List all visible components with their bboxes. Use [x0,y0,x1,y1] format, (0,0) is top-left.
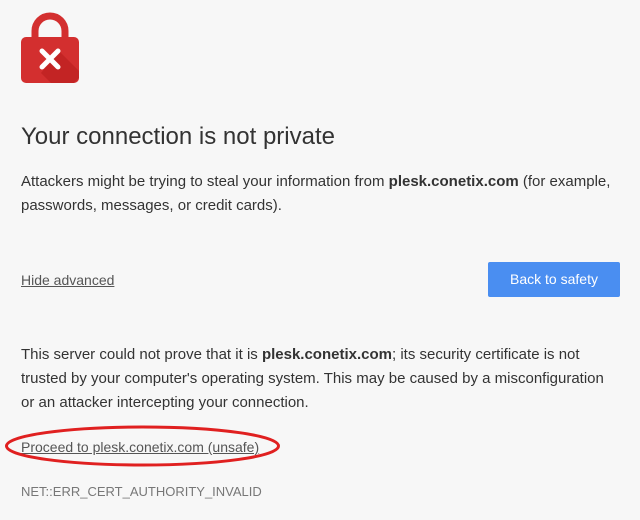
error-code: NET::ERR_CERT_AUTHORITY_INVALID [21,484,262,499]
interstitial-page: Your connection is not private Attackers… [0,0,640,520]
lock-error-icon [21,12,79,83]
back-to-safety-button[interactable]: Back to safety [488,262,620,297]
page-title: Your connection is not private [21,123,335,150]
details-domain: plesk.conetix.com [261,346,392,363]
intro-text-start: Attackers might be trying to steal your … [21,173,389,190]
intro-text: Attackers might be trying to steal your … [21,170,621,218]
details-text: This server could not prove that it is p… [21,343,621,415]
proceed-unsafe-link[interactable]: Proceed to plesk.conetix.com (unsafe) [21,437,259,457]
intro-domain: plesk.conetix.com [388,173,519,190]
details-text-start: This server could not prove that it is [21,346,262,363]
hide-advanced-link[interactable]: Hide advanced [21,270,114,290]
